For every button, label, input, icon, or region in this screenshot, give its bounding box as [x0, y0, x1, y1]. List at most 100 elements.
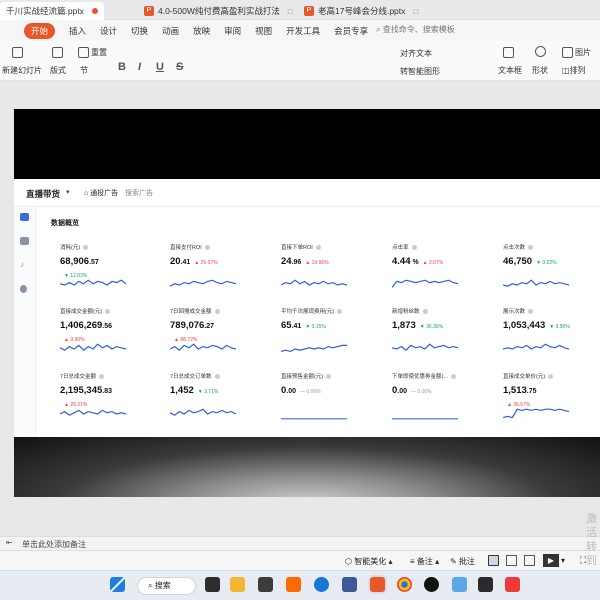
help-icon[interactable]	[83, 245, 89, 251]
menu-1[interactable]: 开始	[24, 22, 56, 39]
reading-view-icon[interactable]	[524, 555, 535, 566]
app-icon-2[interactable]	[286, 577, 301, 592]
metric-card[interactable]: 直接下单ROI 24.96 ▲ 19.95%	[281, 243, 389, 307]
dashboard-title[interactable]: 直播带货	[26, 188, 60, 200]
app-icon-6[interactable]	[478, 577, 493, 592]
tab-1[interactable]: 千川实战经流篇.pptx	[0, 2, 104, 20]
app-icon-5[interactable]	[452, 577, 467, 592]
italic-button[interactable]: I	[138, 61, 141, 73]
windows-start-icon[interactable]	[110, 577, 125, 592]
tab-2[interactable]: P 4.0-500W纯付费高盈利实战打法 □	[138, 2, 299, 20]
app-icon-1[interactable]	[258, 577, 273, 592]
metric-card[interactable]: 直接支付ROI 20.41 ▲ 26.07%	[170, 243, 278, 307]
metric-card[interactable]: 点击率 4.44 % ▲ 2.07%	[392, 243, 500, 307]
menu-10[interactable]: 会员专享	[334, 25, 368, 37]
chrome-icon[interactable]	[397, 577, 412, 592]
overview-icon[interactable]	[20, 213, 29, 221]
metric-card[interactable]: 消耗(元) 68,906.57 ▼ 12.03%	[60, 243, 168, 307]
help-icon[interactable]	[528, 309, 534, 315]
chevron-down-icon[interactable]: ▾	[66, 188, 70, 196]
app-icon-7[interactable]	[505, 577, 520, 592]
menu-9[interactable]: 开发工具	[286, 25, 320, 37]
menu-5[interactable]: 动画	[162, 25, 179, 37]
metric-card[interactable]: 直接成交单价(元) 1,513.75 ▲ 35.57%	[503, 372, 600, 436]
user-icon[interactable]	[20, 285, 27, 293]
notes-pane[interactable]: ⇤ 单击此处添加备注	[0, 536, 600, 550]
textbox-icon[interactable]	[503, 47, 516, 58]
section-button[interactable]: 节	[80, 65, 88, 76]
notes-button[interactable]: ≡ 备注 ▴	[410, 556, 439, 567]
layout-button[interactable]: 版式	[50, 65, 66, 76]
beautify-button[interactable]: ⬡ 智能美化 ▴	[345, 556, 392, 567]
layout-icon[interactable]	[52, 47, 65, 58]
help-icon[interactable]	[105, 309, 111, 315]
menu-4[interactable]: 切换	[131, 25, 148, 37]
file-explorer-icon[interactable]	[230, 577, 245, 592]
help-icon[interactable]	[450, 374, 456, 380]
dashboard-sidebar: ♪	[14, 207, 36, 437]
reset-button[interactable]: 重置	[78, 47, 107, 59]
comment-button[interactable]: ✎ 批注	[450, 556, 475, 567]
help-icon[interactable]	[214, 374, 220, 380]
edge-icon[interactable]	[314, 577, 329, 592]
search-ad-tab[interactable]: 搜索广告	[125, 188, 153, 198]
play-icon[interactable]: ▶	[543, 554, 559, 567]
tiktok-icon[interactable]: ♪	[20, 261, 29, 269]
play-menu-icon[interactable]: ▾	[561, 556, 565, 565]
menu-3[interactable]: 设计	[100, 25, 117, 37]
metric-card[interactable]: 7日总成交金额 2,195,345.83 ▲ 29.31%	[60, 372, 168, 436]
help-icon[interactable]	[326, 374, 332, 380]
notes-toggle-icon[interactable]: ⇤	[6, 538, 13, 547]
wps-icon[interactable]	[370, 577, 385, 592]
metric-card[interactable]: 7日总成交订单数 1,452 ▼ 3.71%	[170, 372, 278, 436]
underline-button[interactable]: U	[156, 61, 164, 73]
metric-card[interactable]: 直接成交金额(元) 1,406,269.56 ▲ 9.90%	[60, 307, 168, 371]
help-icon[interactable]	[422, 309, 428, 315]
menu-6[interactable]: 放映	[193, 25, 210, 37]
task-view-icon[interactable]	[205, 577, 220, 592]
arrange-button[interactable]: ◫排列	[562, 65, 586, 76]
metric-card[interactable]: 平均千次展现费用(元) 65.41 ▼ 3.15%	[281, 307, 389, 371]
tab-3[interactable]: P 老高17号峰会分线.pptx □	[298, 2, 424, 20]
shape-icon[interactable]	[535, 46, 548, 57]
bold-button[interactable]: B	[118, 61, 126, 73]
folder-icon[interactable]	[20, 237, 29, 245]
help-icon[interactable]	[548, 374, 554, 380]
help-icon[interactable]	[315, 245, 321, 251]
grid-view-icon[interactable]	[506, 555, 517, 566]
textbox-button[interactable]: 文本框	[498, 65, 522, 76]
shape-button[interactable]: 形状	[532, 65, 548, 76]
align-text-button[interactable]: 对齐文本	[400, 48, 432, 59]
close-icon[interactable]: □	[413, 7, 418, 16]
new-slide-icon[interactable]	[12, 47, 25, 58]
menu-2[interactable]: 插入	[69, 25, 86, 37]
metric-card[interactable]: 新增粉丝数 1,873 ▼ 36.36%	[392, 307, 500, 371]
normal-view-icon[interactable]	[488, 555, 499, 566]
menu-8[interactable]: 视图	[255, 25, 272, 37]
metric-card[interactable]: 点击次数 46,750 ▼ 0.22%	[503, 243, 600, 307]
command-search[interactable]: ⌕ 查找命令、搜索模板	[376, 24, 455, 35]
metric-card[interactable]: 直接预售金额(元) 0.00— 0.00%	[281, 372, 389, 436]
help-icon[interactable]	[214, 309, 220, 315]
ad-type-tab[interactable]: ⌂ 通投广告	[84, 188, 118, 198]
help-icon[interactable]	[528, 245, 534, 251]
picture-button[interactable]: 图片	[562, 47, 591, 59]
smartart-button[interactable]: 转智能图形	[400, 66, 440, 77]
help-icon[interactable]	[204, 245, 210, 251]
new-slide-button[interactable]: 新建幻灯片	[2, 65, 42, 76]
taskbar-search[interactable]: ⌕ 搜索	[137, 577, 196, 595]
help-icon[interactable]	[99, 374, 105, 380]
picture-icon	[562, 47, 573, 59]
metric-card[interactable]: 7日回搜成交金额 789,076.27 ▲ 88.72%	[170, 307, 278, 371]
strike-button[interactable]: S	[176, 61, 183, 73]
metric-card[interactable]: 下单即使优惠券金额(... 0.00— 0.00%	[392, 372, 500, 436]
menu-7[interactable]: 审阅	[224, 25, 241, 37]
help-icon[interactable]	[337, 309, 343, 315]
help-icon[interactable]	[411, 245, 417, 251]
close-icon[interactable]: □	[288, 7, 293, 16]
app-icon-4[interactable]	[424, 577, 439, 592]
metric-card[interactable]: 展示次数 1,053,443 ▼ 9.90%	[503, 307, 600, 371]
slide-canvas[interactable]: 直播带货 ▾ ⌂ 通投广告 搜索广告 ♪ 数据概览 消耗(元) 68,906.57…	[14, 109, 600, 497]
app-icon-3[interactable]	[342, 577, 357, 592]
metric-label: 直接成交金额(元)	[60, 307, 168, 315]
